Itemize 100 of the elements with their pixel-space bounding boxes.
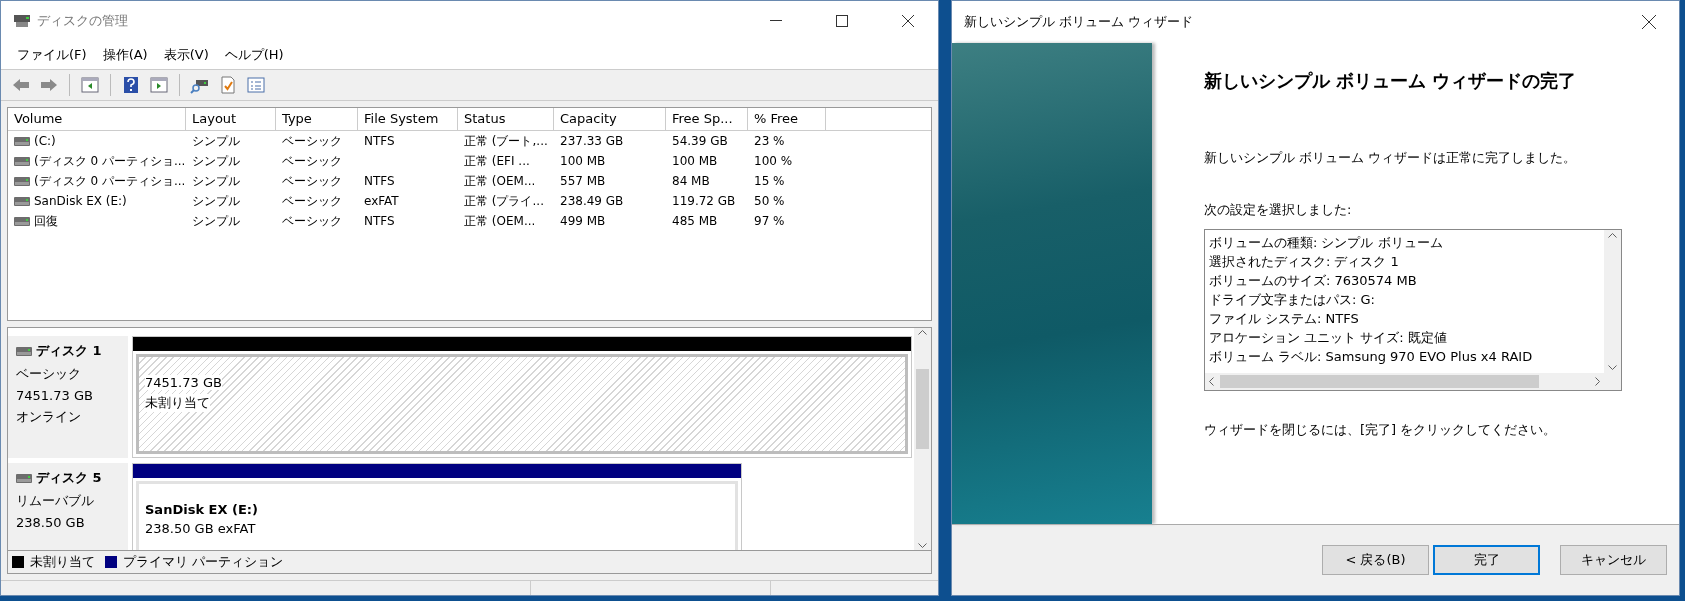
partition-title: SanDisk EX (E:): [145, 502, 258, 517]
horizontal-scrollbar[interactable]: [1204, 373, 1604, 390]
close-icon: [1642, 15, 1656, 29]
table-cell-text: 100 MB: [672, 153, 718, 170]
table-cell-text: ベーシック: [282, 133, 342, 150]
completion-message: 新しいシンプル ボリューム ウィザードは正常に完了しました。: [1203, 149, 1578, 167]
table-cell-text: 15 %: [754, 173, 785, 190]
table-cell-text: 正常 (プライ...: [464, 193, 544, 210]
column-header[interactable]: Free Sp...: [666, 108, 748, 131]
table-cell-text: シンプル: [192, 133, 240, 150]
table-cell-text: シンプル: [192, 153, 240, 170]
table-cell-text: NTFS: [364, 213, 395, 230]
disk-detail: ベーシック: [16, 365, 82, 383]
vertical-scrollbar[interactable]: [913, 328, 931, 550]
table-cell-text: 100 MB: [560, 153, 606, 170]
minimize-icon: [769, 20, 782, 22]
table-cell-text: 238.49 GB: [560, 193, 624, 210]
dialog-title: 新しいシンプル ボリューム ウィザード: [963, 13, 1195, 31]
menu-item[interactable]: 表示(V): [155, 46, 217, 64]
setting-line: 選択されたディスク: ディスク 1: [1208, 253, 1400, 271]
partition-region[interactable]: SanDisk EX (E:) 238.50 GB exFAT: [136, 481, 739, 550]
table-cell-text: 557 MB: [560, 173, 606, 190]
drive-icon: [14, 156, 30, 166]
column-header[interactable]: Layout: [186, 108, 276, 131]
table-cell-text: 97 %: [754, 213, 785, 230]
disk-detail: 238.50 GB: [16, 515, 86, 530]
scroll-down-icon[interactable]: [917, 543, 927, 548]
scroll-up-icon[interactable]: [917, 330, 927, 335]
setting-line: ボリュームの種類: シンプル ボリューム: [1208, 234, 1444, 252]
disk-detail: オンライン: [16, 408, 82, 426]
table-cell-text: SanDisk EX (E:): [34, 193, 127, 210]
table-cell-text: シンプル: [192, 213, 240, 230]
column-header[interactable]: Volume: [8, 108, 186, 131]
table-cell-text: 正常 (ブート,...: [464, 133, 548, 150]
table-cell-text: ベーシック: [282, 213, 342, 230]
drive-icon: [14, 196, 30, 206]
disk-detail: 7451.73 GB: [16, 388, 94, 403]
partition-detail: 7451.73 GB: [145, 375, 222, 390]
table-cell-text: ベーシック: [282, 153, 342, 170]
dialog-button[interactable]: < 戻る(B): [1322, 545, 1429, 575]
table-cell-text: 正常 (OEM...: [464, 213, 536, 230]
scroll-right-icon[interactable]: [1594, 377, 1600, 386]
partition-detail: 未割り当て: [145, 394, 210, 412]
dialog-button[interactable]: 完了: [1433, 545, 1540, 575]
scroll-up-icon[interactable]: [1607, 233, 1617, 238]
table-cell-text: NTFS: [364, 173, 395, 190]
table-cell-text: シンプル: [192, 173, 240, 190]
close-icon: [901, 15, 914, 27]
disk-drive-icon: [13, 14, 31, 28]
table-cell-text: 23 %: [754, 133, 785, 150]
drive-icon: [14, 216, 30, 226]
vertical-scrollbar[interactable]: [1603, 230, 1621, 373]
setting-line: ボリューム ラベル: Samsung 970 EVO Plus x4 RAID: [1208, 348, 1534, 366]
drive-icon: [14, 176, 30, 186]
table-cell-text: 100 %: [754, 153, 793, 170]
menu-item[interactable]: 操作(A): [94, 46, 156, 64]
close-instruction: ウィザードを閉じるには、[完了] をクリックしてください。: [1203, 421, 1558, 439]
table-cell-text: ベーシック: [282, 173, 342, 190]
legend-label: 未割り当て: [30, 553, 95, 571]
table-cell-text: 237.33 GB: [560, 133, 624, 150]
setting-line: ファイル システム: NTFS: [1208, 310, 1360, 328]
scroll-down-icon[interactable]: [1607, 365, 1617, 370]
table-cell-text: 119.72 GB: [672, 193, 736, 210]
dialog-button[interactable]: キャンセル: [1560, 545, 1667, 575]
table-cell-text: 正常 (EFI ...: [464, 153, 530, 170]
table-cell-text: 84 MB: [672, 173, 710, 190]
column-header[interactable]: File System: [358, 108, 458, 131]
table-cell-text: 499 MB: [560, 213, 606, 230]
partition-detail: 238.50 GB exFAT: [145, 521, 256, 536]
menu-item[interactable]: ヘルプ(H): [216, 46, 292, 64]
disk-name: ディスク 5: [36, 469, 102, 487]
column-header[interactable]: Capacity: [554, 108, 666, 131]
settings-list[interactable]: ボリュームの種類: シンプル ボリューム 選択されたディスク: ディスク 1 ボリュームのサイズ: 7630574 MB ドライブ文字またはパス: G: ファイル システム: NTFS アロケーション ユニット サイズ: 既定値 ボリューム ラベル: Samsung 970 EVO Plus x4 RAID: [1203, 229, 1622, 391]
table-cell-text: (ディスク 0 パーティショ...: [34, 153, 186, 170]
table-cell-text: (ディスク 0 パーティショ...: [34, 173, 186, 190]
table-cell-text: (C:): [34, 133, 56, 150]
settings-label: 次の設定を選択しました:: [1203, 201, 1353, 219]
column-header[interactable]: Status: [458, 108, 554, 131]
table-cell-text: 50 %: [754, 193, 785, 210]
table-cell-text: exFAT: [364, 193, 399, 210]
drive-icon: [14, 136, 30, 146]
maximize-icon: [835, 15, 848, 27]
setting-line: ドライブ文字またはパス: G:: [1208, 291, 1376, 309]
scroll-left-icon[interactable]: [1208, 377, 1214, 386]
column-header[interactable]: Type: [276, 108, 358, 131]
column-header[interactable]: % Free: [748, 108, 826, 131]
table-cell-text: 485 MB: [672, 213, 718, 230]
unallocated-region[interactable]: 7451.73 GB 未割り当て: [136, 354, 908, 454]
table-cell-text: ベーシック: [282, 193, 342, 210]
wizard-heading: 新しいシンプル ボリューム ウィザードの完了: [1203, 69, 1578, 93]
table-cell-text: 54.39 GB: [672, 133, 728, 150]
table-cell-text: 正常 (OEM...: [464, 173, 536, 190]
table-cell-text: 回復: [34, 213, 58, 230]
disk-detail: リムーバブル: [16, 492, 95, 510]
table-cell-text: NTFS: [364, 133, 395, 150]
legend-label: プライマリ パーティション: [123, 553, 284, 571]
window-title: ディスクの管理: [37, 12, 129, 30]
disk-name: ディスク 1: [36, 342, 102, 360]
setting-line: ボリュームのサイズ: 7630574 MB: [1208, 272, 1418, 290]
menu-item[interactable]: ファイル(F): [9, 46, 95, 64]
